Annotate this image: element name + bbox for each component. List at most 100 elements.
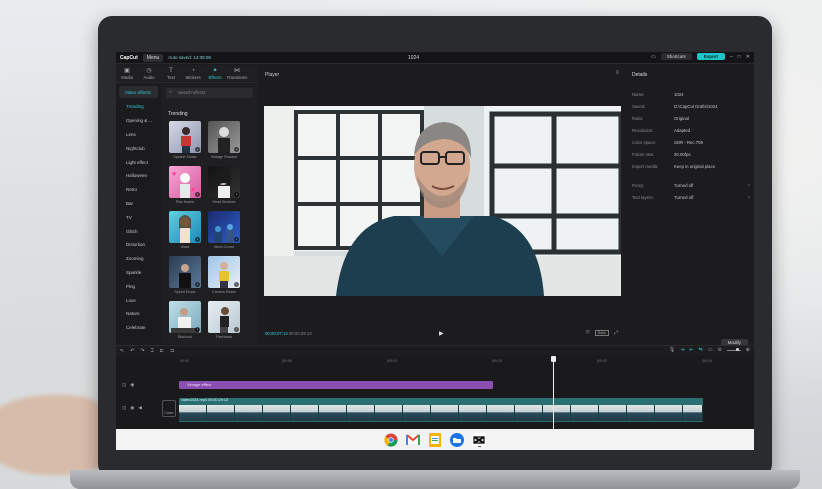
lock-icon[interactable]: ◫ (122, 382, 126, 388)
microphone-icon[interactable]: 🎙 (669, 347, 675, 353)
effect-label: Camera Shake (212, 290, 236, 294)
tab-text[interactable]: T Text (160, 65, 182, 83)
tab-transitions[interactable]: ⋈ Transitions (226, 65, 248, 83)
tab-media[interactable]: ▣ Media (116, 65, 138, 83)
playhead-handle[interactable] (551, 356, 556, 362)
category-video-effects[interactable]: Video effects (119, 86, 158, 98)
docs-icon[interactable] (427, 432, 443, 448)
chrome-icon[interactable] (383, 432, 399, 448)
titlebar-actions: ▭ Shortcuts Export – □ ✕ (651, 53, 750, 60)
fullscreen-icon[interactable]: ⤢ (614, 330, 618, 336)
category-item[interactable]: Opening & ... (116, 114, 161, 128)
split-left-icon[interactable]: ⊏ (160, 348, 164, 354)
menu-icon[interactable]: ≡ (615, 70, 619, 76)
menu-button[interactable]: Menu (142, 53, 164, 62)
download-icon[interactable]: ↓ (195, 237, 200, 242)
video-clip[interactable]: video1024.mp4 00:00:29:13 (179, 398, 703, 422)
tab-effects[interactable]: ✦ Effects (204, 65, 226, 83)
effect-thumb[interactable]: ↓ (208, 166, 240, 198)
clip-frame (543, 405, 571, 421)
maximize-icon[interactable]: □ (738, 54, 741, 60)
effect-thumb[interactable]: ↓ (208, 256, 240, 288)
effect-clip[interactable]: Vintage effect (179, 381, 493, 389)
effect-thumb[interactable]: ↓ (169, 301, 201, 333)
zoom-in-icon[interactable]: ⊕ (746, 347, 750, 353)
cover-button[interactable]: Cover (162, 400, 176, 417)
timeline[interactable]: 00:00 |00:05 |00:10 |00:15 |00:20 |00:25… (116, 356, 754, 429)
effect-thumb[interactable]: ↓ (169, 256, 201, 288)
category-item[interactable]: Glitch (116, 224, 161, 238)
audio-icon[interactable]: ◀ (138, 405, 142, 411)
effect-thumb[interactable]: ↓ (208, 121, 240, 153)
preview-axis-icon[interactable]: ⇋ (699, 347, 703, 353)
download-icon[interactable]: ↓ (195, 282, 200, 287)
tab-label: Transitions (226, 75, 248, 80)
category-item[interactable]: Zooming (116, 252, 161, 266)
tab-audio[interactable]: ◷ Audio (138, 65, 160, 83)
playhead[interactable] (551, 356, 556, 429)
files-icon[interactable] (449, 432, 465, 448)
details-title: Details (632, 72, 648, 78)
clip-frame (571, 405, 599, 421)
download-icon[interactable]: ↓ (234, 237, 239, 242)
detail-value: 1024 (674, 92, 684, 97)
magnet-icon[interactable]: ⇥ (680, 347, 684, 353)
effect-thumb[interactable]: ↓ (169, 211, 201, 243)
download-icon[interactable]: ↓ (195, 192, 200, 197)
search-input[interactable]: Search effects (166, 88, 253, 98)
category-item[interactable]: Ping (116, 279, 161, 293)
category-item[interactable]: Retro (116, 183, 161, 197)
tab-stickers[interactable]: ◔ Stickers (182, 65, 204, 83)
capcut-icon[interactable] (471, 432, 487, 448)
effect-thumb[interactable]: ↓ (208, 211, 240, 243)
gmail-icon[interactable] (405, 432, 421, 448)
category-item[interactable]: TV (116, 210, 161, 224)
export-button[interactable]: Export (696, 53, 725, 60)
snapshot-icon[interactable]: ▭ (708, 347, 713, 353)
play-icon[interactable]: ▶ (439, 330, 444, 337)
help-icon[interactable]: ? (748, 183, 750, 188)
download-icon[interactable]: ↓ (234, 192, 239, 197)
effect-thumb[interactable]: ↓ (169, 121, 201, 153)
category-item[interactable]: Celebrate (116, 321, 161, 335)
zoom-out-icon[interactable]: ⊖ (718, 347, 722, 353)
redo-icon[interactable]: ↷ (140, 348, 144, 354)
link-icon[interactable]: ⇤ (689, 347, 693, 353)
shortcuts-button[interactable]: Shortcuts (660, 53, 692, 60)
close-icon[interactable]: ✕ (746, 54, 750, 60)
zoom-handle[interactable] (735, 348, 739, 351)
category-item[interactable]: Love (116, 293, 161, 307)
minimize-icon[interactable]: – (730, 54, 733, 60)
tab-label: Audio (143, 75, 155, 80)
download-icon[interactable]: ↓ (234, 147, 239, 152)
visibility-icon[interactable]: ◉ (130, 405, 134, 411)
download-icon[interactable]: ↓ (195, 327, 200, 332)
zoom-slider[interactable] (726, 348, 741, 351)
fit-icon[interactable]: ⤧ (586, 330, 590, 336)
ratio-button[interactable]: Ratio (594, 330, 609, 336)
category-item[interactable]: Distortion (116, 238, 161, 252)
category-item[interactable]: Nightclub (116, 141, 161, 155)
detail-label: Saved: (632, 104, 646, 109)
split-right-icon[interactable]: ⊐ (170, 348, 174, 354)
download-icon[interactable]: ↓ (234, 327, 239, 332)
lock-icon[interactable]: ◫ (122, 405, 126, 411)
category-item[interactable]: Sparkle (116, 266, 161, 280)
category-item[interactable]: Bar (116, 197, 161, 211)
video-preview[interactable] (264, 106, 621, 296)
category-item[interactable]: Light effect (116, 155, 161, 169)
undo-icon[interactable]: ↶ (130, 348, 134, 354)
help-icon[interactable]: ? (748, 195, 750, 200)
layout-icon[interactable]: ▭ (651, 54, 656, 60)
category-item[interactable]: Halloween (116, 169, 161, 183)
category-item[interactable]: Trending (116, 100, 161, 114)
select-tool-icon[interactable]: ↖ (120, 348, 124, 354)
split-icon[interactable]: ⌶ (151, 348, 154, 354)
effect-thumb[interactable]: ↓ (208, 301, 240, 333)
category-item[interactable]: Lens (116, 128, 161, 142)
category-item[interactable]: Nature (116, 307, 161, 321)
effect-thumb[interactable]: ♥ ♥ ↓ (169, 166, 201, 198)
download-icon[interactable]: ↓ (234, 282, 239, 287)
download-icon[interactable]: ↓ (195, 147, 200, 152)
visibility-icon[interactable]: ◉ (130, 382, 134, 388)
